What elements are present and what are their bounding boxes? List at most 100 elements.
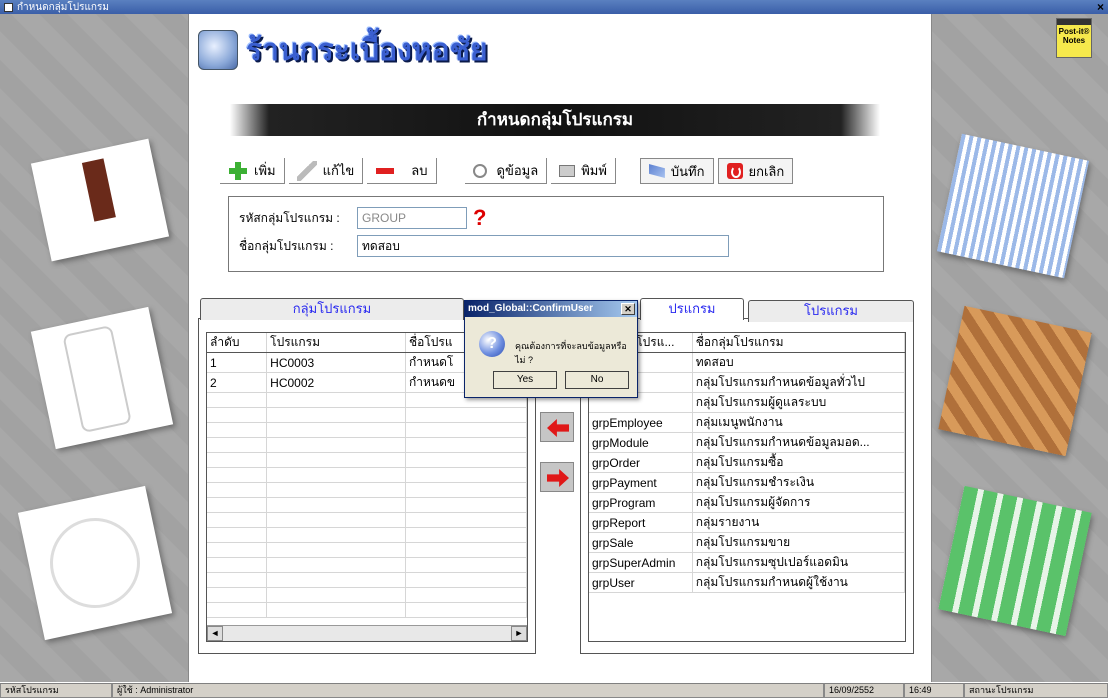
minus-icon bbox=[375, 161, 395, 181]
table-cell: กลุ่มโปรแกรมกำหนดข้อมูลมอด... bbox=[692, 432, 905, 453]
table-cell: 2 bbox=[207, 372, 268, 393]
empty-cell bbox=[405, 587, 527, 603]
left-column-header[interactable]: โปรแกรม bbox=[266, 333, 406, 353]
green-tile-image bbox=[938, 485, 1092, 637]
save-icon bbox=[648, 164, 665, 178]
table-row[interactable]: grpUser กลุ่มโปรแกรมกำหนดผู้ใช้งาน bbox=[589, 572, 905, 593]
empty-cell bbox=[207, 527, 268, 543]
toolbar: เพิ่ม แก้ไข ลบ ดูข้อมูล พิมพ์ บันทึก ยกเ… bbox=[220, 158, 794, 184]
dialog-close-icon[interactable]: ✕ bbox=[621, 303, 635, 315]
confirm-dialog: mod_Global::ConfirmUser ✕ ? คุณต้องการที… bbox=[464, 300, 638, 398]
table-row[interactable]: grpReport กลุ่มรายงาน bbox=[589, 512, 905, 533]
table-cell: กลุ่มโปรแกรมผู้จัดการ bbox=[692, 492, 905, 513]
close-icon[interactable]: × bbox=[1097, 0, 1104, 14]
logo-text: ร้านกระเบื้องหอชัย bbox=[246, 33, 488, 67]
empty-cell bbox=[405, 572, 527, 588]
table-row[interactable]: grpOrder กลุ่มโปรแกรมซื้อ bbox=[589, 452, 905, 473]
empty-cell bbox=[405, 407, 527, 423]
empty-cell bbox=[207, 482, 268, 498]
table-row[interactable]: grpProgram กลุ่มโปรแกรมผู้จัดการ bbox=[589, 492, 905, 513]
print-button[interactable]: พิมพ์ bbox=[551, 158, 616, 184]
scroll-right-arrow-icon[interactable]: ► bbox=[511, 626, 527, 641]
view-label: ดูข้อมูล bbox=[496, 163, 539, 178]
tab-program-group[interactable]: กลุ่มโปรแกรม bbox=[200, 298, 464, 320]
empty-cell bbox=[207, 572, 268, 588]
plus-icon bbox=[228, 161, 248, 181]
view-button[interactable]: ดูข้อมูล bbox=[464, 158, 548, 184]
group-code-input[interactable] bbox=[357, 207, 467, 229]
empty-cell bbox=[266, 452, 406, 468]
empty-cell bbox=[207, 497, 268, 513]
empty-cell bbox=[266, 497, 406, 513]
help-icon[interactable]: ? bbox=[473, 207, 486, 229]
table-row[interactable]: grpSuperAdmin กลุ่มโปรแกรมซุปเปอร์แอดมิน bbox=[589, 552, 905, 573]
table-cell: กลุ่มโปรแกรมกำหนดข้อมูลทั่วไป bbox=[692, 372, 905, 393]
store-logo: ร้านกระเบื้องหอชัย bbox=[198, 26, 538, 74]
empty-cell bbox=[266, 557, 406, 573]
empty-cell bbox=[266, 542, 406, 558]
table-cell: กลุ่มโปรแกรมซุปเปอร์แอดมิน bbox=[692, 552, 905, 573]
right-column-header[interactable]: ชื่อกลุ่มโปรแกรม bbox=[692, 333, 905, 353]
table-cell: กลุ่มรายงาน bbox=[692, 512, 905, 533]
cancel-button[interactable]: ยกเลิก bbox=[717, 158, 794, 184]
cancel-label: ยกเลิก bbox=[748, 163, 785, 179]
add-button[interactable]: เพิ่ม bbox=[220, 158, 285, 184]
empty-cell bbox=[207, 557, 268, 573]
table-row[interactable]: grpSale กลุ่มโปรแกรมขาย bbox=[589, 532, 905, 553]
post-it-notes-icon[interactable]: Post-it® Notes bbox=[1056, 18, 1092, 58]
no-button[interactable]: No bbox=[565, 371, 629, 389]
empty-cell bbox=[405, 602, 527, 618]
empty-row bbox=[207, 557, 527, 573]
empty-cell bbox=[207, 602, 268, 618]
empty-cell bbox=[266, 407, 406, 423]
edit-button[interactable]: แก้ไข bbox=[288, 158, 364, 184]
status-time: 16:49 bbox=[904, 683, 964, 698]
table-row[interactable]: grpPayment กลุ่มโปรแกรมชำระเงิน bbox=[589, 472, 905, 493]
move-left-button[interactable] bbox=[540, 412, 574, 442]
empty-cell bbox=[405, 512, 527, 528]
left-horizontal-scrollbar[interactable]: ◄ ► bbox=[207, 625, 527, 641]
table-cell: grpEmployee bbox=[589, 412, 693, 433]
table-cell: กลุ่มโปรแกรมชำระเงิน bbox=[692, 472, 905, 493]
basin-image bbox=[17, 485, 173, 641]
dialog-message: คุณต้องการที่จะลบข้อมูลหรือไม่ ? bbox=[515, 341, 627, 365]
yes-button[interactable]: Yes bbox=[493, 371, 557, 389]
scroll-left-arrow-icon[interactable]: ◄ bbox=[207, 626, 223, 641]
group-name-input[interactable] bbox=[357, 235, 729, 257]
brick-tile-image bbox=[938, 305, 1092, 457]
table-row[interactable]: grpEmployee กลุ่มเมนูพนักงาน bbox=[589, 412, 905, 433]
add-label: เพิ่ม bbox=[254, 163, 276, 178]
empty-cell bbox=[207, 422, 268, 438]
empty-cell bbox=[207, 467, 268, 483]
toilet-image bbox=[30, 306, 174, 450]
tab-group-program[interactable]: ปรแกรม bbox=[640, 298, 744, 320]
status-program-code: รหัสโปรแกรม bbox=[0, 683, 112, 698]
status-user: ผู้ใช้ : Administrator bbox=[112, 683, 824, 698]
empty-cell bbox=[405, 452, 527, 468]
empty-row bbox=[207, 422, 527, 438]
tab-program[interactable]: โปรแกรม bbox=[748, 300, 914, 322]
page-title: กำหนดกลุ่มโปรแกรม bbox=[230, 104, 880, 136]
empty-cell bbox=[207, 407, 268, 423]
empty-row bbox=[207, 512, 527, 528]
delete-button[interactable]: ลบ bbox=[367, 158, 437, 184]
status-date: 16/09/2552 bbox=[824, 683, 904, 698]
left-column-header[interactable]: ลำดับ bbox=[207, 333, 268, 353]
window-title: กำหนดกลุ่มโปรแกรม bbox=[17, 1, 109, 13]
table-cell: grpSale bbox=[589, 532, 693, 553]
table-cell: grpProgram bbox=[589, 492, 693, 513]
group-form: รหัสกลุ่มโปรแกรม : ? ชื่อกลุ่มโปรแกรม : bbox=[228, 196, 884, 272]
save-button[interactable]: บันทึก bbox=[639, 158, 714, 184]
move-right-button[interactable] bbox=[540, 462, 574, 492]
logo-icon bbox=[198, 30, 238, 70]
empty-cell bbox=[266, 467, 406, 483]
window-title-bar: กำหนดกลุ่มโปรแกรม × bbox=[0, 0, 1108, 14]
table-row[interactable]: grpModule กลุ่มโปรแกรมกำหนดข้อมูลมอด... bbox=[589, 432, 905, 453]
status-state: สถานะโปรแกรม bbox=[964, 683, 1108, 698]
table-cell: กลุ่มโปรแกรมกำหนดผู้ใช้งาน bbox=[692, 572, 905, 593]
empty-cell bbox=[405, 527, 527, 543]
empty-cell bbox=[405, 482, 527, 498]
dialog-title-bar: mod_Global::ConfirmUser ✕ bbox=[465, 301, 637, 317]
table-cell: กลุ่มโปรแกรมผู้ดูแลระบบ bbox=[692, 392, 905, 413]
post-it-label: Post-it® Notes bbox=[1058, 27, 1090, 45]
